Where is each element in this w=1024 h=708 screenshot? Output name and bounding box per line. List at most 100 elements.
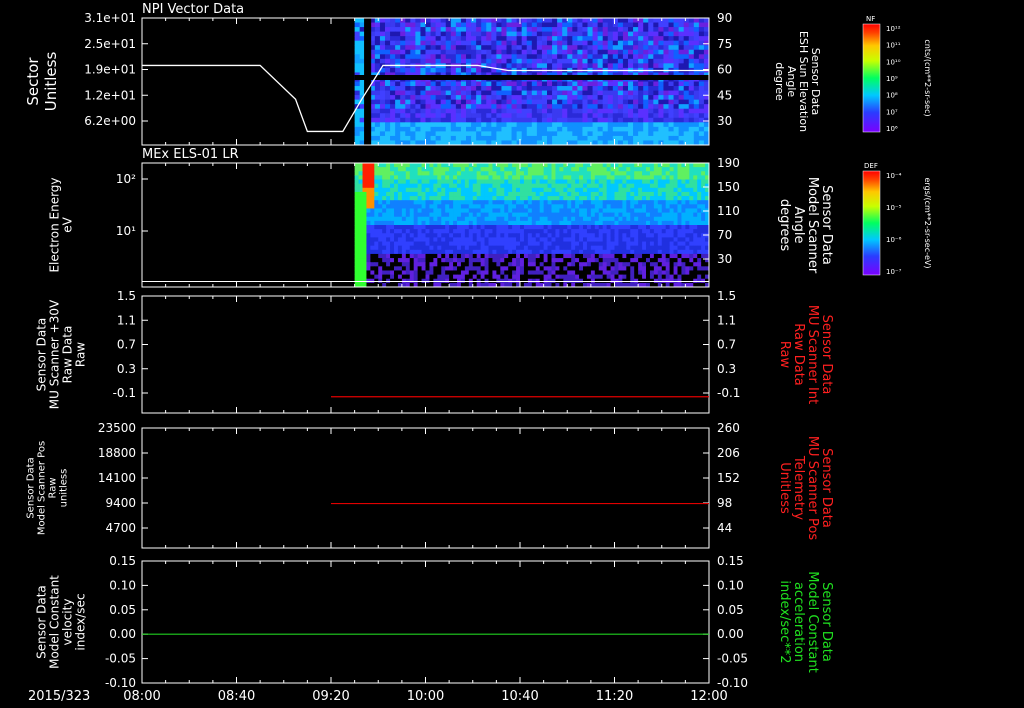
spectrogram-cell (496, 266, 501, 271)
spectrogram-cell (618, 253, 623, 259)
spectrogram-cell (409, 249, 415, 255)
spectrogram-cell (594, 196, 600, 201)
spectrogram-cell (693, 212, 698, 218)
spectrogram-cell (413, 270, 419, 275)
spectrogram-cell (484, 245, 489, 251)
spectrogram-cell (445, 58, 452, 64)
spectrogram-cell (362, 171, 367, 176)
spectrogram-layer (354, 18, 710, 288)
spectrogram-cell (657, 196, 663, 201)
spectrogram-cell (559, 262, 564, 267)
spectrogram-cell (464, 245, 470, 251)
spectrogram-cell (395, 95, 401, 101)
spectrogram-cell (500, 196, 505, 201)
spectrogram-cell (409, 216, 415, 222)
spectrogram-cell (551, 220, 556, 226)
spectrogram-cell (567, 122, 573, 128)
spectrogram-cell (516, 249, 521, 255)
spectrogram-cell (618, 216, 623, 222)
spectrogram-cell (378, 175, 383, 180)
spectrogram-cell (492, 253, 497, 259)
spectrogram-cell (685, 167, 690, 172)
spectrogram-cell (701, 270, 706, 275)
spectrogram-cell (460, 36, 467, 42)
spectrogram-cell (437, 262, 442, 267)
spectrogram-cell (628, 113, 634, 119)
spectrogram-cell (602, 266, 608, 271)
spectrogram-cell (500, 233, 505, 238)
spectrogram-cell (409, 266, 415, 271)
spectrogram-cell (460, 117, 467, 123)
spectrogram-cell (618, 212, 623, 218)
spectrogram-cell (468, 183, 474, 189)
spectrogram-cell (445, 131, 452, 137)
spectrogram-cell (622, 179, 627, 185)
spectrogram-cell (626, 262, 631, 267)
spectrogram-cell (701, 204, 706, 209)
spectrogram-cell (539, 245, 545, 251)
spectrogram-cell (618, 258, 623, 263)
spectrogram-cell (468, 191, 474, 197)
spectrogram-cell (678, 86, 685, 91)
spectrogram-cell (577, 45, 583, 51)
spectrogram-cell (547, 18, 553, 23)
spectrogram-cell (673, 104, 680, 110)
spectrogram-cell (567, 220, 572, 226)
spectrogram-cell (390, 183, 395, 189)
spectrogram-cell (486, 81, 492, 87)
spectrogram-cell (453, 200, 458, 205)
panel-frame-4 (141, 427, 710, 549)
spectrogram-cell (362, 245, 367, 251)
spectrogram-cell (397, 225, 403, 230)
spectrogram-cell (594, 179, 600, 185)
spectrogram-cell (648, 36, 654, 42)
spectrogram-cell (551, 270, 556, 275)
spectrogram-cell (677, 196, 682, 201)
spectrogram-cell (471, 27, 477, 33)
spectrogram-cell (665, 266, 671, 271)
spectrogram-cell (653, 135, 659, 141)
spectrogram-cell (681, 179, 686, 185)
spectrogram-cell (511, 54, 518, 60)
spectrogram-cell (612, 58, 619, 64)
spectrogram-cell (521, 117, 528, 123)
spectrogram-cell (486, 58, 492, 64)
spectrogram-cell (488, 187, 493, 193)
spectrogram-cell (535, 237, 541, 242)
spectrogram-cell (642, 233, 647, 238)
spectrogram-cell (531, 233, 537, 238)
spectrogram-cell (622, 126, 629, 132)
spectrogram-cell (677, 225, 682, 230)
spectrogram-cell (395, 31, 401, 37)
spectrogram-cell (626, 245, 631, 251)
spectrogram-cell (531, 22, 538, 28)
spectrogram-cell (535, 175, 541, 180)
spectrogram-cell (657, 179, 663, 185)
spectrogram-cell (618, 270, 623, 275)
spectrogram-cell (557, 54, 563, 60)
spectrogram-cell (547, 249, 552, 255)
spectrogram-cell (567, 126, 573, 132)
spectrogram-cell (698, 18, 705, 23)
spectrogram-cell (648, 18, 654, 23)
spectrogram-cell (598, 191, 604, 197)
spectrogram-cell (688, 99, 695, 105)
spectrogram-cell (535, 179, 541, 185)
spectrogram-cell (567, 81, 573, 87)
spectrogram-cell (638, 196, 643, 201)
spectrogram-cell (395, 67, 401, 73)
spectrogram-cell (401, 183, 407, 189)
spectrogram-cell (626, 233, 631, 238)
spectrogram-cell (374, 117, 381, 123)
spectrogram-cell (425, 167, 430, 172)
spectrogram-cell (520, 233, 525, 238)
spectrogram-cell (471, 126, 477, 132)
spectrogram-cell (539, 237, 545, 242)
spectrogram-cell (435, 58, 442, 64)
spectrogram-cell (638, 99, 644, 105)
spectrogram-cell (610, 191, 615, 197)
spectrogram-cell (602, 175, 608, 180)
spectrogram-cell (677, 204, 682, 209)
spectrogram-cell (583, 262, 588, 267)
spectrogram-cell (484, 274, 489, 280)
